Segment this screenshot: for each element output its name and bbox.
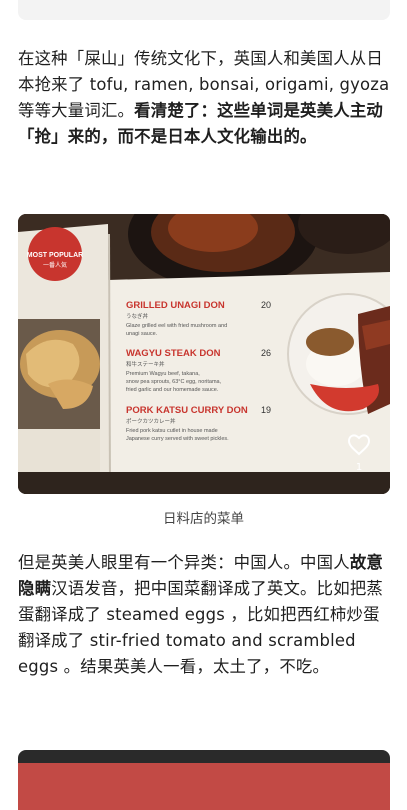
badge-top-text: MOST POPULAR xyxy=(27,252,83,259)
previous-card-bottom xyxy=(18,0,390,20)
menu-item-2-desc-2: snow pea sprouts, 63°C egg, noritama, xyxy=(126,379,222,385)
menu-item-1-jp: うなぎ丼 xyxy=(126,312,149,320)
paragraph-2-text-2: 汉语发音，把中国菜翻译成了英文。比如把蒸蛋翻译成了 steamed eggs ，… xyxy=(18,579,383,676)
menu-item-2-jp: 和牛ステーキ丼 xyxy=(126,360,165,368)
paragraph-2-text-1: 但是英美人眼里有一个异类：中国人。中国人 xyxy=(18,553,350,572)
menu-item-3-name: PORK KATSU CURRY DON xyxy=(126,405,248,416)
menu-item-3-desc-2: Japanese curry served with sweet pickles… xyxy=(126,436,229,442)
menu-item-2-desc-3: fried garlic and our homemade sauce. xyxy=(126,387,219,393)
badge-bottom-text: 一番人気 xyxy=(43,261,67,269)
menu-item-2-name: WAGYU STEAK DON xyxy=(126,348,221,359)
menu-item-1-price: 20 xyxy=(261,300,271,310)
image-caption: 日料店的菜单 xyxy=(163,511,244,527)
next-photo[interactable] xyxy=(18,750,390,810)
menu-item-1-name: GRILLED UNAGI DON xyxy=(126,300,225,311)
menu-item-2-price: 26 xyxy=(261,348,271,358)
like-count: 1 xyxy=(356,462,362,473)
menu-item-3-jp: ポークカツカレー丼 xyxy=(126,417,176,425)
article-paragraph-1: 在这种「屎山」传统文化下，英国人和美国人从日本抢来了 tofu, ramen, … xyxy=(18,46,392,150)
menu-item-3-desc-1: Fried pork katsu cutlet in house made xyxy=(126,428,218,434)
menu-item-2-desc-1: Premium Wagyu beef, takana, xyxy=(126,371,200,377)
menu-photo[interactable]: MOST POPULAR 一番人気 GRILLED UNAGI DON 20 う… xyxy=(18,214,390,494)
menu-item-1-desc-2: unagi sauce. xyxy=(126,331,158,337)
article-paragraph-2: 但是英美人眼里有一个异类：中国人。中国人故意隐瞒汉语发音，把中国菜翻译成了英文。… xyxy=(18,550,392,680)
menu-item-1-desc-1: Glaze grilled eel with fried mushroom an… xyxy=(126,323,227,329)
menu-item-3-price: 19 xyxy=(261,405,271,415)
